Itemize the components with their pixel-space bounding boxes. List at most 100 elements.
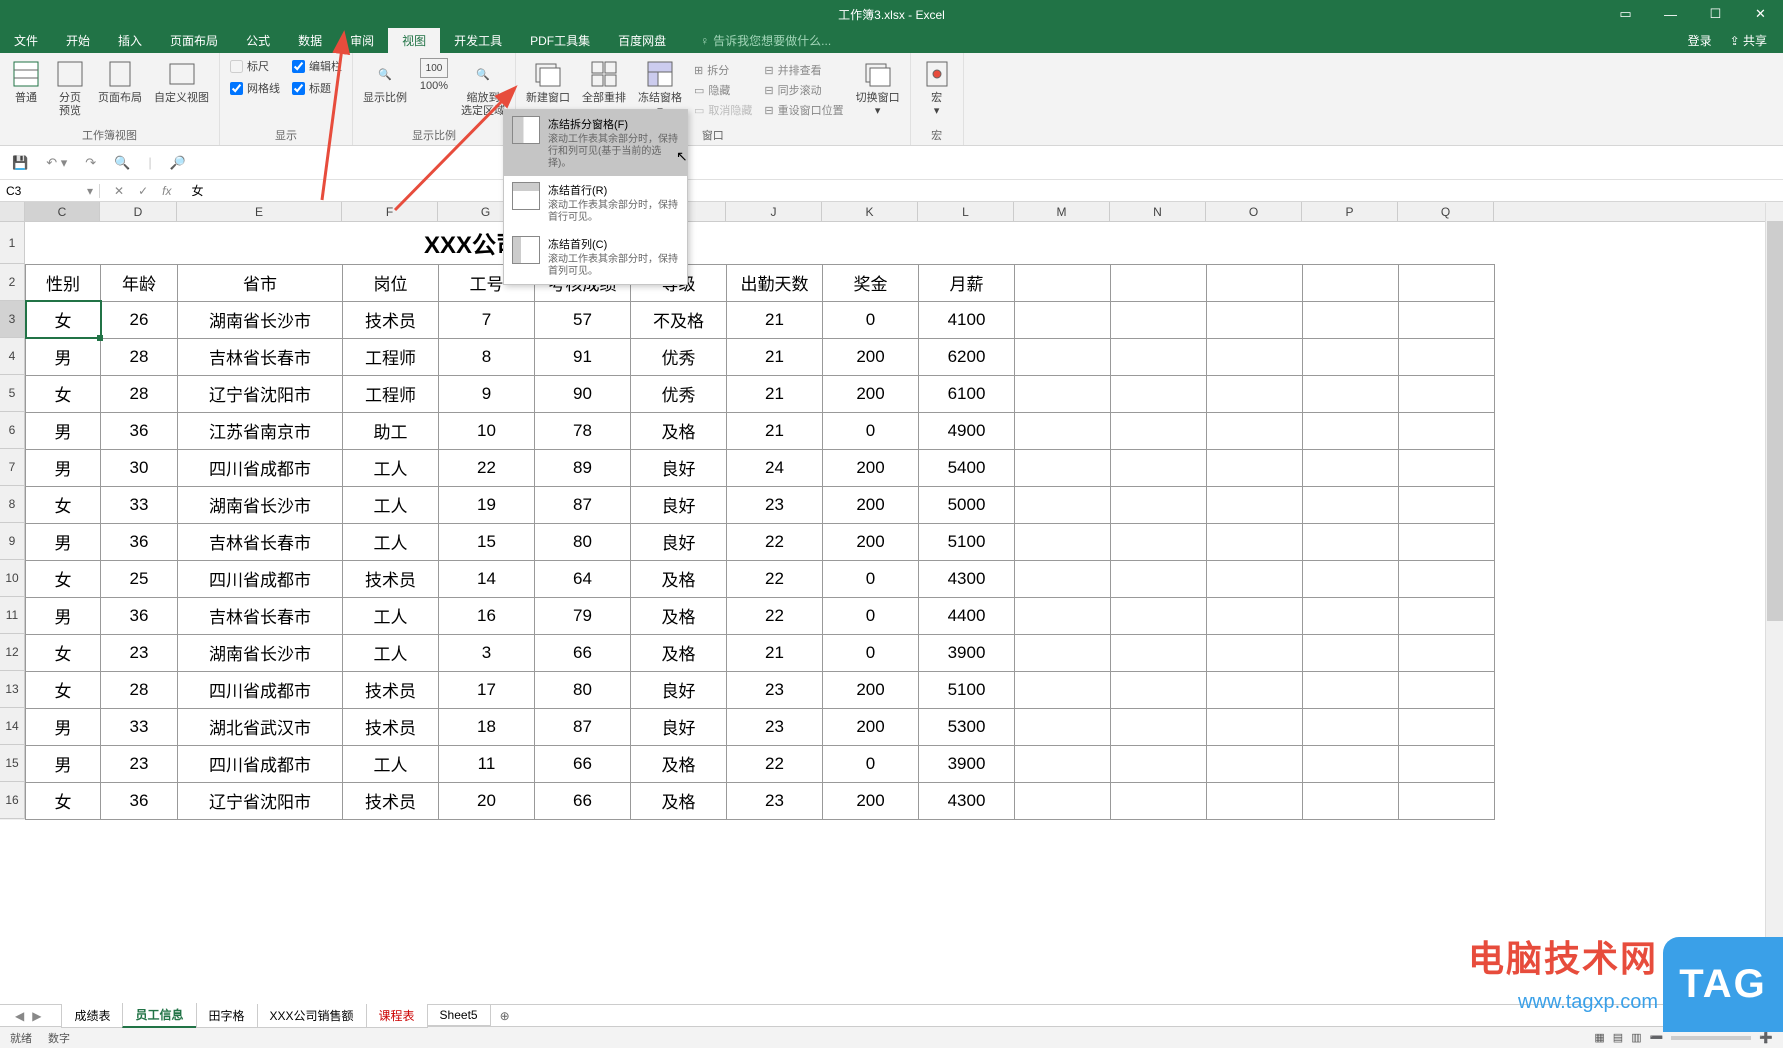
split-button[interactable]: ⊞ 拆分 xyxy=(690,61,756,79)
column-header[interactable]: K xyxy=(822,202,918,221)
data-cell[interactable]: 男 xyxy=(26,412,101,449)
row-header[interactable]: 15 xyxy=(0,745,25,782)
data-cell[interactable]: 10 xyxy=(439,412,535,449)
data-cell[interactable]: 4100 xyxy=(919,301,1015,338)
switch-windows-button[interactable]: 切换窗口▾ xyxy=(852,56,904,120)
data-cell[interactable]: 男 xyxy=(26,449,101,486)
column-header[interactable]: O xyxy=(1206,202,1302,221)
tab-pdf-tools[interactable]: PDF工具集 xyxy=(516,28,604,53)
data-cell[interactable]: 及格 xyxy=(631,634,727,671)
column-header[interactable]: J xyxy=(726,202,822,221)
data-cell[interactable]: 吉林省长春市 xyxy=(178,523,343,560)
column-header[interactable]: M xyxy=(1014,202,1110,221)
data-cell[interactable]: 良好 xyxy=(631,671,727,708)
data-cell[interactable]: 湖南省长沙市 xyxy=(178,301,343,338)
data-cell[interactable]: 0 xyxy=(823,560,919,597)
data-cell[interactable]: 26 xyxy=(101,301,178,338)
normal-view-icon[interactable]: ▦ xyxy=(1594,1031,1604,1044)
data-cell[interactable]: 66 xyxy=(535,745,631,782)
data-cell[interactable]: 良好 xyxy=(631,523,727,560)
redo-icon[interactable]: ↷ xyxy=(85,155,96,171)
data-cell[interactable]: 优秀 xyxy=(631,375,727,412)
data-cell[interactable]: 男 xyxy=(26,338,101,375)
zoom-out-icon[interactable]: ➖ xyxy=(1650,1031,1664,1044)
data-cell[interactable]: 36 xyxy=(101,597,178,634)
header-cell[interactable]: 出勤天数 xyxy=(727,264,823,301)
tab-file[interactable]: 文件 xyxy=(0,28,52,53)
data-cell[interactable]: 4300 xyxy=(919,560,1015,597)
freeze-first-column-option[interactable]: 冻结首列(C)滚动工作表其余部分时，保持首列可见。 xyxy=(504,230,687,284)
data-cell[interactable]: 工人 xyxy=(343,597,439,634)
data-cell[interactable]: 及格 xyxy=(631,560,727,597)
data-cell[interactable]: 不及格 xyxy=(631,301,727,338)
login-link[interactable]: 登录 xyxy=(1688,32,1712,49)
data-cell[interactable]: 男 xyxy=(26,708,101,745)
data-cell[interactable]: 200 xyxy=(823,708,919,745)
row-header[interactable]: 12 xyxy=(0,634,25,671)
data-cell[interactable]: 吉林省长春市 xyxy=(178,338,343,375)
data-cell[interactable]: 25 xyxy=(101,560,178,597)
fx-icon[interactable]: fx xyxy=(162,184,171,198)
data-cell[interactable]: 及格 xyxy=(631,782,727,819)
data-cell[interactable]: 四川省成都市 xyxy=(178,745,343,782)
column-header[interactable]: C xyxy=(25,202,100,221)
data-cell[interactable]: 200 xyxy=(823,523,919,560)
tab-baidu[interactable]: 百度网盘 xyxy=(604,28,680,53)
tell-me[interactable]: ♀告诉我您想要做什么... xyxy=(700,32,831,49)
name-box[interactable]: C3▾ xyxy=(0,184,100,198)
row-header[interactable]: 13 xyxy=(0,671,25,708)
data-cell[interactable]: 79 xyxy=(535,597,631,634)
data-cell[interactable]: 22 xyxy=(439,449,535,486)
data-cell[interactable]: 四川省成都市 xyxy=(178,449,343,486)
select-all-corner[interactable] xyxy=(0,202,25,221)
data-cell[interactable]: 21 xyxy=(727,634,823,671)
data-cell[interactable]: 技术员 xyxy=(343,560,439,597)
page-break-icon[interactable]: ▥ xyxy=(1631,1031,1641,1044)
zoom-in-icon[interactable]: ➕ xyxy=(1759,1031,1773,1044)
data-cell[interactable]: 工人 xyxy=(343,745,439,782)
close-button[interactable]: ✕ xyxy=(1738,0,1783,28)
hide-button[interactable]: ▭ 隐藏 xyxy=(690,81,756,99)
header-cell[interactable]: 月薪 xyxy=(919,264,1015,301)
data-cell[interactable]: 23 xyxy=(101,634,178,671)
data-cell[interactable]: 36 xyxy=(101,782,178,819)
data-cell[interactable]: 8 xyxy=(439,338,535,375)
data-cell[interactable]: 4400 xyxy=(919,597,1015,634)
row-header[interactable]: 8 xyxy=(0,486,25,523)
tab-home[interactable]: 开始 xyxy=(52,28,104,53)
data-cell[interactable]: 5300 xyxy=(919,708,1015,745)
data-cell[interactable]: 87 xyxy=(535,486,631,523)
data-cell[interactable]: 23 xyxy=(101,745,178,782)
data-cell[interactable]: 辽宁省沈阳市 xyxy=(178,375,343,412)
sheet-tab-sales[interactable]: XXX公司销售额 xyxy=(257,1004,367,1028)
data-cell[interactable]: 吉林省长春市 xyxy=(178,597,343,634)
data-cell[interactable]: 女 xyxy=(26,634,101,671)
data-cell[interactable]: 16 xyxy=(439,597,535,634)
data-cell[interactable]: 技术员 xyxy=(343,782,439,819)
data-cell[interactable]: 0 xyxy=(823,597,919,634)
data-cell[interactable]: 3900 xyxy=(919,745,1015,782)
row-header[interactable]: 14 xyxy=(0,708,25,745)
data-cell[interactable]: 200 xyxy=(823,486,919,523)
data-cell[interactable]: 工人 xyxy=(343,523,439,560)
gridlines-checkbox[interactable]: 网格线 xyxy=(226,78,284,98)
data-cell[interactable]: 助工 xyxy=(343,412,439,449)
tab-view[interactable]: 视图 xyxy=(388,28,440,53)
data-cell[interactable]: 87 xyxy=(535,708,631,745)
header-cell[interactable]: 年龄 xyxy=(101,264,178,301)
data-cell[interactable]: 23 xyxy=(727,708,823,745)
data-cell[interactable]: 0 xyxy=(823,412,919,449)
freeze-panes-option[interactable]: 冻结拆分窗格(F)滚动工作表其余部分时，保持行和列可见(基于当前的选择)。 xyxy=(504,110,687,176)
column-header[interactable]: P xyxy=(1302,202,1398,221)
data-cell[interactable]: 0 xyxy=(823,634,919,671)
data-cell[interactable]: 14 xyxy=(439,560,535,597)
row-header[interactable]: 4 xyxy=(0,338,25,375)
data-cell[interactable]: 5000 xyxy=(919,486,1015,523)
row-header[interactable]: 6 xyxy=(0,412,25,449)
data-cell[interactable]: 33 xyxy=(101,486,178,523)
data-cell[interactable]: 四川省成都市 xyxy=(178,560,343,597)
data-cell[interactable]: 22 xyxy=(727,597,823,634)
data-cell[interactable]: 男 xyxy=(26,745,101,782)
data-cell[interactable]: 技术员 xyxy=(343,301,439,338)
data-cell[interactable]: 9 xyxy=(439,375,535,412)
